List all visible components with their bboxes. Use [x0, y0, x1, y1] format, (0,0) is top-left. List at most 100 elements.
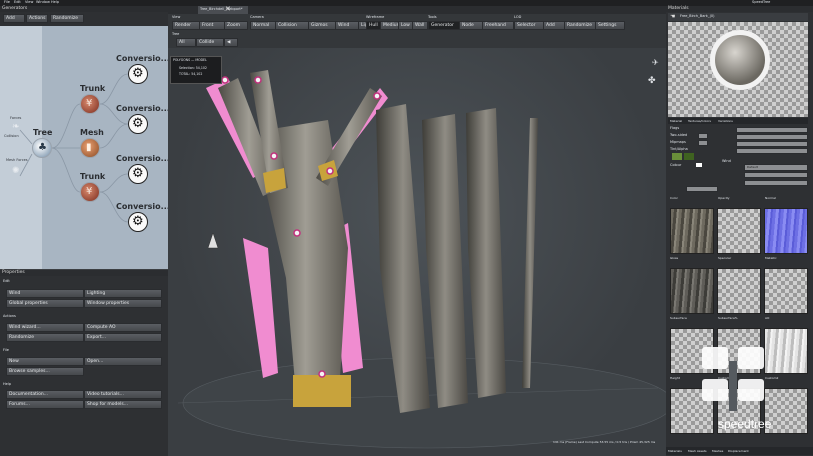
two-sided-slider[interactable]	[736, 134, 808, 140]
video-tutorials-button[interactable]: Video tutorials...	[84, 390, 162, 399]
generator-tool-button[interactable]: Generator	[428, 21, 460, 30]
tree-node[interactable]: ♣	[32, 138, 52, 158]
new-button[interactable]: New	[6, 357, 84, 366]
medium-button[interactable]: Medium	[380, 21, 400, 30]
tab-displacement[interactable]: Displacement	[728, 449, 749, 453]
tint-swatch-2[interactable]	[684, 153, 694, 160]
feather-icon[interactable]: ❧	[12, 122, 22, 132]
wind-slider-3[interactable]	[744, 180, 808, 186]
collision-button[interactable]: Collision	[275, 21, 309, 30]
tab-meshes[interactable]: Meshes	[712, 449, 723, 453]
menu-help[interactable]: Help	[51, 0, 59, 4]
flags-slider[interactable]	[736, 127, 808, 133]
compute-ao-button[interactable]: Compute AO	[84, 323, 162, 332]
conversion-node-4[interactable]: ⚙	[128, 212, 148, 232]
slot-label-height: Height	[670, 376, 680, 380]
node-tool-button[interactable]: Node	[459, 21, 483, 30]
zoom-button[interactable]: Zoom	[224, 21, 248, 30]
tab-mesh-assets[interactable]: Mesh Assets	[688, 449, 707, 453]
menu-edit[interactable]: Edit	[14, 0, 21, 4]
slot-label-color: Color	[670, 196, 678, 200]
spiral-icon[interactable]: ✺	[12, 166, 22, 176]
documentation-button[interactable]: Documentation...	[6, 390, 84, 399]
ao-texture[interactable]	[764, 328, 808, 374]
stump-icon: ▮	[86, 142, 92, 153]
tint-swatch-1[interactable]	[672, 153, 682, 160]
wall-button[interactable]: Wall	[412, 21, 428, 30]
conversion-node-3[interactable]: ⚙	[128, 164, 148, 184]
all-button[interactable]: All	[176, 38, 196, 47]
viewport[interactable]: POLYGONS — MODEL Selection: 54,102 TOTAL…	[168, 48, 666, 456]
trunk-node-2[interactable]: ¥	[80, 182, 100, 202]
document-tab[interactable]: Tree_Birchdell_Webport*	[198, 6, 248, 14]
wind-view-button[interactable]: Wind	[335, 21, 359, 30]
conversion-node-2[interactable]: ⚙	[128, 114, 148, 134]
wind-wizard-button[interactable]: Wind wizard...	[6, 323, 84, 332]
material-preview[interactable]	[668, 22, 808, 117]
bottom-tabs: Materials Mesh Assets Meshes Displacemen…	[666, 447, 813, 455]
render-button[interactable]: Render	[172, 21, 200, 30]
menu-window[interactable]: Window	[36, 0, 50, 4]
menu-view[interactable]: View	[25, 0, 33, 4]
mipmaps-field[interactable]	[698, 140, 708, 146]
freehand-tool-button[interactable]: Freehand	[482, 21, 514, 30]
color-swatch[interactable]	[696, 163, 702, 167]
wind-slider-2[interactable]	[744, 172, 808, 178]
collide-button[interactable]: Collide	[196, 38, 224, 47]
lod-selector-button[interactable]: Selector	[514, 21, 544, 30]
normal-button[interactable]: Normal	[250, 21, 276, 30]
shop-models-button[interactable]: Shop for models...	[84, 400, 162, 409]
export-button[interactable]: Export...	[84, 333, 162, 342]
actions-button[interactable]: Actions	[26, 14, 48, 23]
material-preview-tab[interactable]: ☚ Free_Birch_Bark_(0)	[668, 13, 808, 21]
window-properties-button[interactable]: Window properties	[84, 299, 162, 308]
generator-graph[interactable]: Forces Collision Mesh Forces ❧ ✺ Tree ♣ …	[0, 26, 170, 269]
global-properties-button[interactable]: Global properties	[6, 299, 84, 308]
tab-variations[interactable]: Variations	[718, 119, 733, 123]
label-slider[interactable]	[736, 148, 808, 154]
close-icon[interactable]: ✕	[225, 5, 231, 13]
conversion-label-4: Conversio...	[116, 202, 170, 211]
add-generator-button[interactable]: Add	[3, 14, 25, 23]
open-button[interactable]: Open...	[84, 357, 162, 366]
normal-texture[interactable]	[764, 208, 808, 254]
wind-label: Wind	[722, 159, 731, 163]
fan-icon[interactable]: ✤	[648, 76, 656, 86]
lod-add-button[interactable]: Add	[543, 21, 565, 30]
randomize-button[interactable]: Randomize	[6, 333, 84, 342]
trunk-node-1[interactable]: ¥	[80, 94, 100, 114]
two-sided-field[interactable]	[698, 133, 708, 139]
lighting-button[interactable]: Lighting	[84, 289, 162, 298]
collision-label: Collision	[4, 134, 19, 138]
tab-materials[interactable]: Materials	[668, 449, 682, 453]
front-button[interactable]: Front	[199, 21, 225, 30]
back-arrow-button[interactable]: ◀	[224, 38, 238, 47]
hand-icon: ☚	[670, 13, 676, 20]
metallic-texture[interactable]	[764, 268, 808, 314]
trunk-icon: ¥	[86, 186, 93, 197]
mipmaps-label: Mipmaps	[670, 140, 686, 144]
menu-file[interactable]: File	[4, 0, 10, 4]
specular-texture[interactable]	[717, 268, 761, 314]
color-texture[interactable]	[670, 208, 714, 254]
randomize-generators-button[interactable]: Randomize	[50, 14, 84, 23]
browse-samples-button[interactable]: Browse samples...	[6, 367, 84, 376]
tab-material[interactable]: Material	[670, 119, 682, 123]
slot-label-ao: AO	[765, 316, 770, 320]
opacity-texture[interactable]	[717, 208, 761, 254]
mesh-node[interactable]: ▮	[80, 138, 100, 158]
gizmos-button[interactable]: Gizmos	[308, 21, 336, 30]
lod-settings-button[interactable]: Settings	[595, 21, 625, 30]
forums-button[interactable]: Forums...	[6, 400, 84, 409]
spacing-slider[interactable]	[686, 186, 718, 192]
wind-select[interactable]: Default	[744, 164, 808, 171]
two-sided-label: Two-sided	[670, 133, 688, 137]
gloss-texture[interactable]	[670, 268, 714, 314]
tab-textures-colors[interactable]: Textures/Colors	[688, 119, 711, 123]
fly-mode-icon[interactable]: ✈	[652, 58, 659, 67]
conversion-node-1[interactable]: ⚙	[128, 64, 148, 84]
wind-button[interactable]: Wind	[6, 289, 84, 298]
mipmaps-slider[interactable]	[736, 141, 808, 147]
tree-icon: ♣	[38, 142, 47, 153]
lod-randomize-button[interactable]: Randomize	[564, 21, 596, 30]
